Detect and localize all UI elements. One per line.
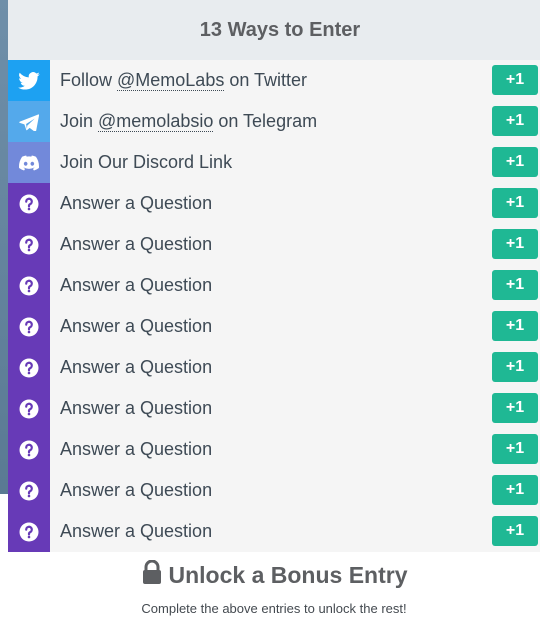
entry-points-button[interactable]: +1 (492, 65, 538, 95)
entry-points-button[interactable]: +1 (492, 434, 538, 464)
entry-icon-box (8, 224, 50, 265)
lock-icon (141, 559, 169, 590)
entry-row[interactable]: Answer a Question +1 (8, 388, 540, 429)
entry-icon-box (8, 142, 50, 183)
entry-label-text: Join (60, 111, 99, 131)
entry-label: Join @memolabsio on Telegram (60, 111, 540, 132)
entry-label-text: Answer a Question (60, 275, 213, 295)
entry-icon-box (8, 511, 50, 552)
entry-row[interactable]: Answer a Question +1 (8, 511, 540, 552)
entry-label: Answer a Question (60, 275, 540, 296)
entries-header: 13 Ways to Enter (8, 0, 540, 60)
entry-icon-box (8, 101, 50, 142)
giveaway-widget: 13 Ways to Enter Follow @MemoLabs on Twi… (8, 0, 540, 628)
entry-label-text: Answer a Question (60, 398, 213, 418)
entry-points-button[interactable]: +1 (492, 311, 538, 341)
entry-row[interactable]: Answer a Question +1 (8, 183, 540, 224)
entry-label-text: Answer a Question (60, 357, 213, 377)
page-edge-strip (0, 0, 8, 494)
entry-points-button[interactable]: +1 (492, 516, 538, 546)
entry-label: Answer a Question (60, 521, 540, 542)
bonus-entry-heading: Unlock a Bonus Entry (8, 558, 540, 592)
entry-points-button[interactable]: +1 (492, 352, 538, 382)
discord-icon (19, 155, 39, 171)
question-icon (19, 317, 39, 337)
entry-label: Answer a Question (60, 357, 540, 378)
question-icon (19, 522, 39, 542)
bonus-entry-section: Unlock a Bonus Entry Complete the above … (8, 552, 540, 616)
bonus-entry-title: Unlock a Bonus Entry (168, 561, 408, 588)
question-icon (19, 440, 39, 460)
entry-points-button[interactable]: +1 (492, 188, 538, 218)
telegram-icon (19, 113, 39, 131)
entry-icon-box (8, 470, 50, 511)
entry-points-button[interactable]: +1 (492, 229, 538, 259)
entry-label: Join Our Discord Link (60, 152, 540, 173)
question-icon (19, 399, 39, 419)
entry-points-button[interactable]: +1 (492, 475, 538, 505)
entry-row[interactable]: Answer a Question +1 (8, 470, 540, 511)
entry-label-text: Answer a Question (60, 480, 213, 500)
entry-label-text: Answer a Question (60, 193, 213, 213)
entry-label: Answer a Question (60, 234, 540, 255)
question-icon (19, 358, 39, 378)
entry-handle-link[interactable]: @memolabsio (98, 111, 214, 132)
entry-points-button[interactable]: +1 (492, 147, 538, 177)
entry-row[interactable]: Join Our Discord Link +1 (8, 142, 540, 183)
entry-icon-box (8, 429, 50, 470)
entry-icon-box (8, 347, 50, 388)
entry-icon-box (8, 183, 50, 224)
entry-label-text: Join Our Discord Link (60, 152, 233, 172)
entry-label: Answer a Question (60, 193, 540, 214)
entry-list: Follow @MemoLabs on Twitter +1 Join @memol… (8, 60, 540, 552)
entry-label-suffix: on Twitter (224, 70, 308, 90)
bonus-entry-subtitle: Complete the above entries to unlock the… (141, 601, 407, 616)
entry-label: Answer a Question (60, 398, 540, 419)
entry-label-text: Answer a Question (60, 439, 213, 459)
entry-label-text: Follow (60, 70, 118, 90)
entry-row[interactable]: Answer a Question +1 (8, 224, 540, 265)
entry-label-text: Answer a Question (60, 316, 213, 336)
twitter-icon (18, 71, 40, 90)
question-icon (19, 194, 39, 214)
entry-row[interactable]: Answer a Question +1 (8, 265, 540, 306)
entry-icon-box (8, 60, 50, 101)
question-icon (19, 276, 39, 296)
entries-title: 13 Ways to Enter (199, 18, 361, 41)
entry-label-text: Answer a Question (60, 234, 213, 254)
entry-row[interactable]: Follow @MemoLabs on Twitter +1 (8, 60, 540, 101)
entry-points-button[interactable]: +1 (492, 270, 538, 300)
entry-points-button[interactable]: +1 (492, 393, 538, 423)
entry-icon-box (8, 265, 50, 306)
entry-label: Answer a Question (60, 316, 540, 337)
entry-label-text: Answer a Question (60, 521, 213, 541)
entry-label: Follow @MemoLabs on Twitter (60, 70, 540, 91)
question-icon (19, 235, 39, 255)
entry-label: Answer a Question (60, 439, 540, 460)
entry-label: Answer a Question (60, 480, 540, 501)
entry-handle-link[interactable]: @MemoLabs (117, 70, 225, 91)
entry-row[interactable]: Answer a Question +1 (8, 347, 540, 388)
entry-row[interactable]: Answer a Question +1 (8, 429, 540, 470)
entry-icon-box (8, 306, 50, 347)
entry-icon-box (8, 388, 50, 429)
entry-row[interactable]: Answer a Question +1 (8, 306, 540, 347)
question-icon (19, 481, 39, 501)
entry-points-button[interactable]: +1 (492, 106, 538, 136)
entry-row[interactable]: Join @memolabsio on Telegram +1 (8, 101, 540, 142)
entry-label-suffix: on Telegram (213, 111, 318, 131)
